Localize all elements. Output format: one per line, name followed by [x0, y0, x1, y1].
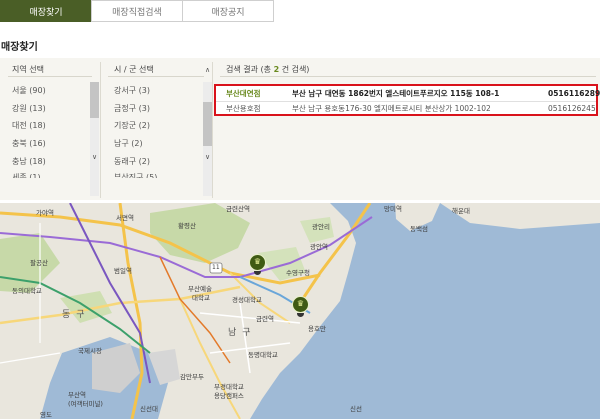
district-item[interactable]: 남구 (2) [114, 135, 157, 153]
crown-store-icon[interactable]: ♛ [292, 296, 309, 313]
map-label: 범일역 [114, 267, 132, 275]
map-label: 수영구청 [286, 269, 310, 277]
map-label: 황령산 [178, 222, 196, 230]
route-number: 11 [212, 264, 220, 271]
map-label: 망미역 [384, 205, 402, 213]
results-count: 2 [273, 65, 280, 74]
map-label: 금련역 [256, 315, 274, 323]
store-address: 부산 남구 대연동 1862번지 엘스테이트푸르지오 115동 108-1 [292, 89, 500, 98]
map-district-label: 남구 [228, 328, 257, 338]
map-label: 서면역 [116, 214, 134, 222]
store-address: 부산 남구 용호동176-30 엘지메트로시티 분산상가 1002-102 [292, 104, 491, 113]
column-divider [212, 62, 213, 198]
store-phone: 0516126245 [548, 104, 596, 113]
store-name[interactable]: 부산대연점 [226, 87, 261, 101]
region-item[interactable]: 서울 (90) [12, 82, 46, 100]
map-label: 감만부두 [180, 373, 204, 381]
map-label: 가야역 [36, 209, 54, 217]
region-header: 지역 선택 [12, 65, 44, 74]
map-label: 동명대학교 [248, 351, 278, 359]
results-table: 부산대연점 부산 남구 대연동 1862번지 엘스테이트푸르지오 115동 10… [214, 84, 600, 116]
scroll-down-arrow-icon[interactable]: ∨ [90, 153, 99, 162]
results-header-divider [220, 76, 596, 77]
tab-store-search[interactable]: 매장찾기 [0, 0, 92, 22]
crown-store-icon[interactable]: ♛ [249, 254, 266, 271]
map-label: (여객터미널) [68, 400, 103, 408]
page-title: 매장찾기 [1, 42, 38, 53]
map-label: 해운대 [452, 207, 470, 215]
map-label: 동백섬 [410, 225, 428, 233]
tab-bar: 매장찾기 매장직접검색 매장공지 [0, 0, 600, 22]
region-list[interactable]: 서울 (90) 강원 (13) 대전 (18) 충북 (16) 충남 (18) … [12, 82, 46, 178]
district-header: 시 / 군 선택 [114, 65, 154, 74]
results-header: 검색 결과 (총 2 건 검색) [226, 64, 309, 75]
district-item[interactable]: 강서구 (3) [114, 82, 157, 100]
map-label: 국제시장 [78, 347, 102, 355]
region-item[interactable]: 대전 (18) [12, 117, 46, 135]
map-label: 광안역 [310, 243, 328, 251]
map-label: 동의대학교 [12, 287, 42, 295]
map-label: 대학교 [192, 294, 210, 302]
store-name[interactable]: 부산용호점 [226, 102, 261, 116]
result-row[interactable]: 부산용호점 부산 남구 용호동176-30 엘지메트로시티 분산상가 1002-… [216, 102, 596, 116]
map-label: 신선대 [140, 405, 158, 413]
store-phone: 0516116289 [548, 89, 600, 98]
district-item[interactable]: 부산진구 (5) [114, 170, 157, 178]
district-list[interactable]: 강서구 (3) 금정구 (3) 기장군 (2) 남구 (2) 동래구 (2) 부… [114, 82, 157, 178]
district-header-divider [108, 76, 204, 77]
district-item[interactable]: 기장군 (2) [114, 117, 157, 135]
map-label: 신선 [350, 405, 362, 413]
map-label: 광안리 [312, 223, 330, 231]
region-item[interactable]: 세종 (1) [12, 170, 46, 178]
map-label: 용호만 [308, 325, 326, 333]
region-item[interactable]: 강원 (13) [12, 100, 46, 118]
district-item[interactable]: 금정구 (3) [114, 100, 157, 118]
store-finder-panel: 지역 선택 서울 (90) 강원 (13) 대전 (18) 충북 (16) 충남… [0, 58, 600, 200]
store-map[interactable]: 가야역 서면역 황령산 금련산역 광안리 망미역 해운대 동백섬 팔공산 범일역… [0, 203, 600, 419]
region-scroll-thumb[interactable] [90, 82, 99, 118]
scroll-down-arrow-icon[interactable]: ∨ [203, 153, 212, 162]
result-row[interactable]: 부산대연점 부산 남구 대연동 1862번지 엘스테이트푸르지오 115동 10… [216, 87, 600, 101]
map-label: 경성대학교 [232, 296, 262, 304]
scroll-up-arrow-icon[interactable]: ∧ [203, 66, 212, 75]
district-scrollbar[interactable] [203, 82, 212, 196]
column-divider [100, 62, 101, 198]
district-item[interactable]: 동래구 (2) [114, 153, 157, 171]
map-label: 용당캠퍼스 [214, 392, 244, 400]
tab-direct-search[interactable]: 매장직접검색 [91, 0, 183, 22]
map-district-label: 동구 [62, 310, 91, 320]
region-header-divider [8, 76, 92, 77]
map-label: 영도 [40, 411, 52, 419]
results-header-suffix: 건 검색) [281, 65, 310, 74]
region-scrollbar[interactable] [90, 82, 99, 196]
map-label: 금련산역 [226, 205, 250, 213]
tab-store-notice[interactable]: 매장공지 [182, 0, 274, 22]
results-header-prefix: 검색 결과 (총 [226, 65, 272, 74]
region-item[interactable]: 충북 (16) [12, 135, 46, 153]
region-item[interactable]: 충남 (18) [12, 153, 46, 171]
district-scroll-thumb[interactable] [203, 102, 212, 146]
map-label: 팔공산 [30, 259, 48, 267]
